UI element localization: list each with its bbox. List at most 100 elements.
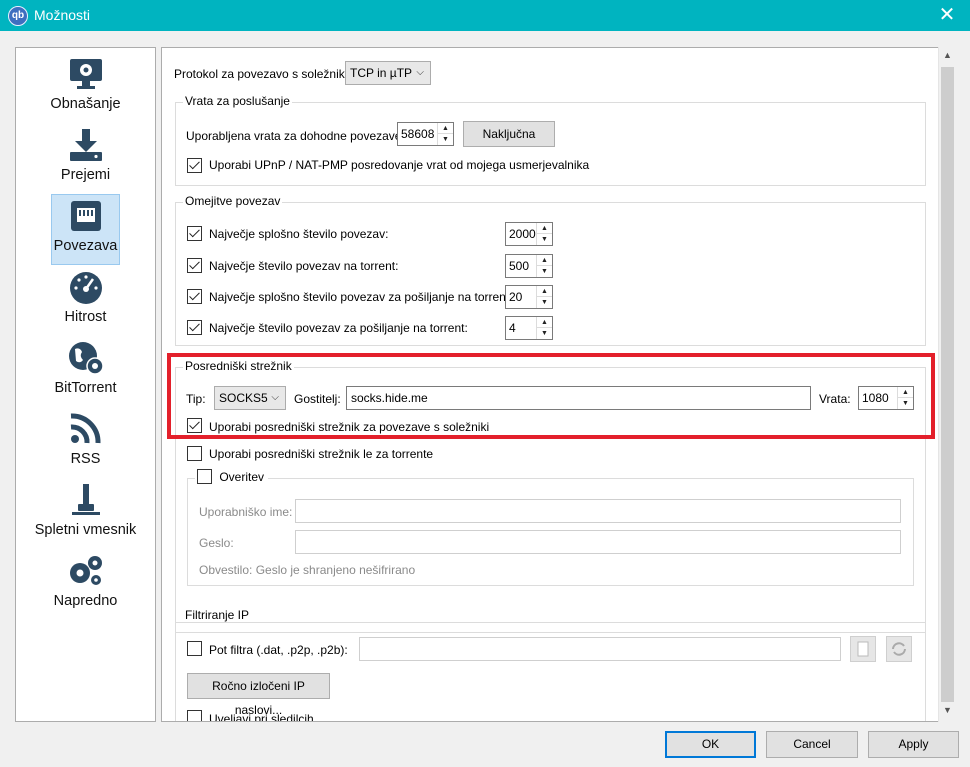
cancel-button[interactable]: Cancel: [766, 731, 858, 758]
upnp-checkbox[interactable]: [187, 158, 202, 173]
auth-title: Overitev: [219, 469, 265, 484]
sidebar-item-connection[interactable]: Povezava: [16, 194, 155, 265]
limit-per-torrent-value: 500: [509, 259, 530, 273]
username-input[interactable]: [295, 499, 901, 523]
spin-down-icon[interactable]: ▼: [537, 266, 552, 277]
vertical-scrollbar[interactable]: ▲ ▼: [938, 47, 956, 722]
sidebar-item-label: Napredno: [53, 593, 118, 609]
spin-buttons: ▲ ▼: [536, 255, 552, 277]
limit-upload-global-value: 20: [509, 290, 523, 304]
spin-buttons: ▲ ▼: [536, 286, 552, 308]
spin-buttons: ▲ ▼: [536, 317, 552, 339]
protocol-select[interactable]: TCP in µTP ⌵: [345, 61, 431, 85]
sidebar-item-label: Obnašanje: [50, 96, 121, 112]
web-ui-icon: [71, 484, 100, 515]
window-title: Možnosti: [34, 7, 91, 23]
sidebar-item-label: Hitrost: [64, 309, 107, 325]
limit-global-label: Največje splošno število povezav:: [209, 227, 389, 241]
refresh-icon: [892, 642, 906, 656]
ip-filter-title: Filtriranje IP: [183, 608, 252, 622]
browse-folder-icon[interactable]: [850, 636, 876, 662]
chevron-down-icon: ⌵: [416, 67, 424, 78]
spin-up-icon[interactable]: ▲: [438, 123, 453, 134]
password-label: Geslo:: [199, 536, 234, 550]
sidebar-item-behavior[interactable]: Obnašanje: [16, 52, 155, 123]
incoming-port-spinbox[interactable]: 58608 ▲ ▼: [397, 122, 454, 146]
reload-icon[interactable]: [886, 636, 912, 662]
scroll-up-icon[interactable]: ▲: [939, 47, 956, 64]
sidebar-item-advanced[interactable]: Napredno: [16, 549, 155, 620]
sidebar-item-web-ui[interactable]: Spletni vmesnik: [16, 478, 155, 549]
limit-per-torrent-label: Največje število povezav na torrent:: [209, 259, 399, 273]
sidebar-item-speed[interactable]: Hitrost: [16, 265, 155, 336]
spin-down-icon[interactable]: ▼: [438, 134, 453, 145]
ip-filter-checkbox[interactable]: [187, 641, 202, 656]
title-bar: qb Možnosti ✕: [0, 0, 970, 31]
limit-upload-per-torrent-value: 4: [509, 321, 516, 335]
limit-upload-global-spinbox[interactable]: 20 ▲ ▼: [505, 285, 553, 309]
apply-to-trackers-label: Uveljavi pri sledilcih: [209, 712, 314, 722]
spin-up-icon[interactable]: ▲: [537, 286, 552, 297]
limit-upload-per-torrent-checkbox[interactable]: [187, 320, 202, 335]
limit-upload-global-checkbox[interactable]: [187, 289, 202, 304]
protocol-select-value: TCP in µTP: [350, 66, 413, 80]
ok-button[interactable]: OK: [665, 731, 756, 758]
speedometer-icon: [69, 272, 102, 304]
sidebar-item-label: Spletni vmesnik: [34, 522, 137, 538]
limit-global-checkbox[interactable]: [187, 226, 202, 241]
ip-filter-path-label: Pot filtra (.dat, .p2p, .p2b):: [209, 643, 348, 657]
gears-icon: [69, 556, 102, 585]
auth-checkbox[interactable]: [197, 469, 212, 485]
ip-filter-path-input[interactable]: [359, 637, 841, 661]
username-label: Uporabniško ime:: [199, 505, 293, 519]
incoming-port-value: 58608: [401, 127, 435, 141]
spin-up-icon[interactable]: ▲: [537, 317, 552, 328]
connection-limits-title: Omejitve povezav: [183, 194, 283, 208]
spin-down-icon[interactable]: ▼: [537, 234, 552, 245]
password-notice: Obvestilo: Geslo je shranjeno nešifriran…: [199, 563, 416, 577]
apply-button[interactable]: Apply: [868, 731, 959, 758]
sidebar-item-label: BitTorrent: [54, 380, 117, 396]
folder-icon: [857, 641, 869, 657]
limit-upload-per-torrent-label: Največje število povezav za pošiljanje n…: [209, 321, 468, 335]
download-icon: [69, 129, 102, 161]
globe-gear-icon: [68, 342, 104, 375]
upnp-label: Uporabi UPnP / NAT-PMP posredovanje vrat…: [209, 158, 590, 172]
proxy-torrents-only-checkbox[interactable]: [187, 446, 202, 461]
incoming-port-label: Uporabljena vrata za dohodne povezave:: [186, 129, 405, 143]
limit-per-torrent-spinbox[interactable]: 500 ▲ ▼: [505, 254, 553, 278]
qbittorrent-logo-icon: qb: [8, 6, 28, 26]
scroll-down-icon[interactable]: ▼: [939, 702, 956, 719]
proxy-torrents-only-label: Uporabi posredniški strežnik le za torre…: [209, 447, 434, 461]
sidebar-item-downloads[interactable]: Prejemi: [16, 123, 155, 194]
sidebar-item-label: RSS: [70, 451, 101, 467]
sidebar-item-rss[interactable]: RSS: [16, 407, 155, 478]
limit-upload-global-label: Največje splošno število povezav za poši…: [209, 290, 513, 304]
apply-to-trackers-checkbox[interactable]: [187, 710, 202, 721]
password-input[interactable]: [295, 530, 901, 554]
spin-up-icon[interactable]: ▲: [537, 255, 552, 266]
listening-port-title: Vrata za poslušanje: [183, 94, 292, 108]
spin-down-icon[interactable]: ▼: [537, 328, 552, 339]
limit-upload-per-torrent-spinbox[interactable]: 4 ▲ ▼: [505, 316, 553, 340]
sidebar-item-label: Povezava: [53, 238, 118, 254]
protocol-label: Protokol za povezavo s soležniki:: [174, 67, 351, 81]
spin-down-icon[interactable]: ▼: [537, 297, 552, 308]
spin-buttons: ▲ ▼: [437, 123, 453, 145]
rss-icon: [70, 413, 100, 444]
limit-per-torrent-checkbox[interactable]: [187, 258, 202, 273]
highlight-annotation: [167, 353, 935, 439]
random-port-button[interactable]: Naključna: [463, 121, 555, 147]
spin-buttons: ▲ ▼: [536, 223, 552, 245]
limit-global-spinbox[interactable]: 2000 ▲ ▼: [505, 222, 553, 246]
scrollbar-thumb[interactable]: [941, 67, 954, 702]
sidebar-item-bittorrent[interactable]: BitTorrent: [16, 336, 155, 407]
sidebar-item-label: Prejemi: [60, 167, 111, 183]
network-icon: [70, 201, 101, 231]
limit-global-value: 2000: [509, 227, 536, 241]
monitor-gear-icon: [69, 59, 102, 89]
auth-title-wrap: Overitev: [195, 469, 269, 485]
close-icon[interactable]: ✕: [924, 0, 970, 31]
manual-ip-button[interactable]: Ročno izločeni IP naslovi...: [187, 673, 330, 717]
spin-up-icon[interactable]: ▲: [537, 223, 552, 234]
